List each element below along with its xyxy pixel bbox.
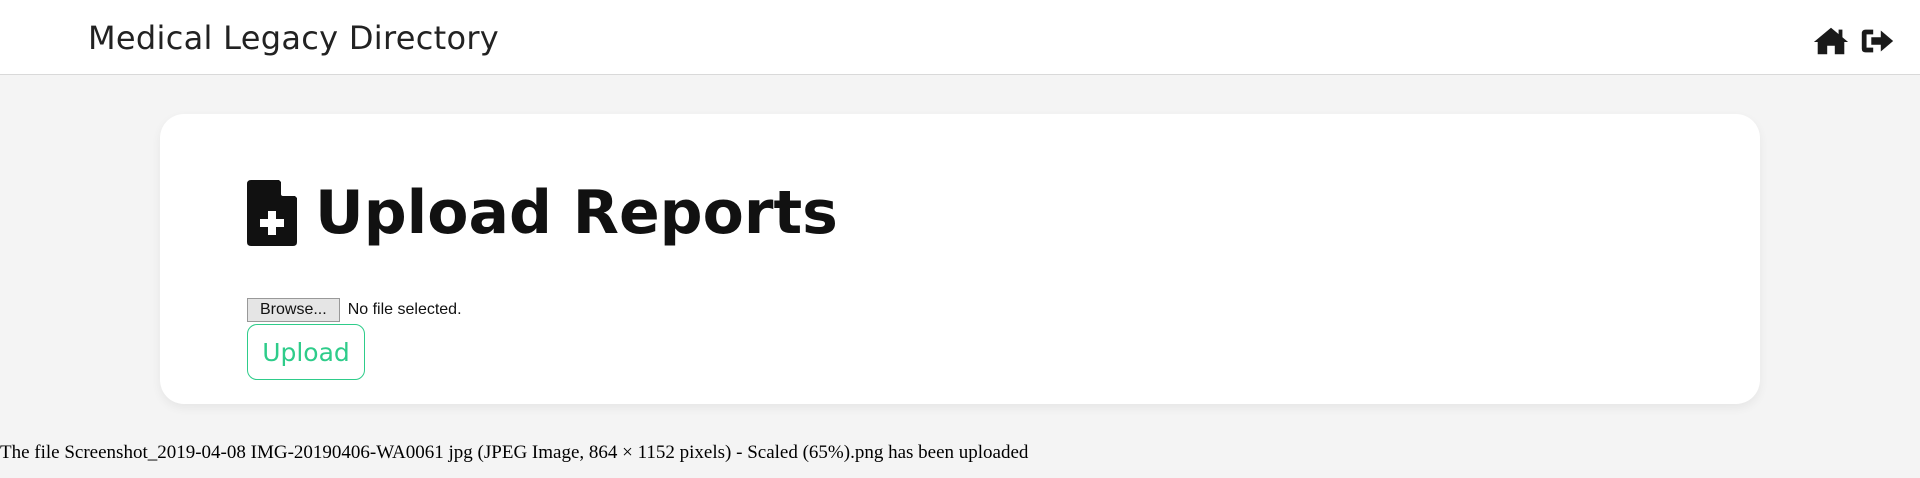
file-medical-icon (247, 180, 297, 246)
upload-card: Upload Reports Browse... No file selecte… (160, 114, 1760, 404)
top-navbar: Medical Legacy Directory (0, 0, 1920, 75)
file-status-text: No file selected. (347, 301, 462, 318)
nav-icons (1812, 22, 1896, 60)
browse-button[interactable]: Browse... (247, 298, 340, 322)
upload-status-message: The file Screenshot_2019-04-08 IMG-20190… (0, 442, 1029, 463)
file-input[interactable]: Browse... No file selected. (247, 298, 462, 322)
page-heading: Upload Reports (247, 180, 838, 246)
app-title[interactable]: Medical Legacy Directory (88, 19, 499, 57)
sign-out-icon[interactable] (1858, 22, 1896, 60)
home-icon[interactable] (1812, 22, 1850, 60)
page-title: Upload Reports (315, 178, 838, 248)
upload-button[interactable]: Upload (247, 324, 365, 380)
